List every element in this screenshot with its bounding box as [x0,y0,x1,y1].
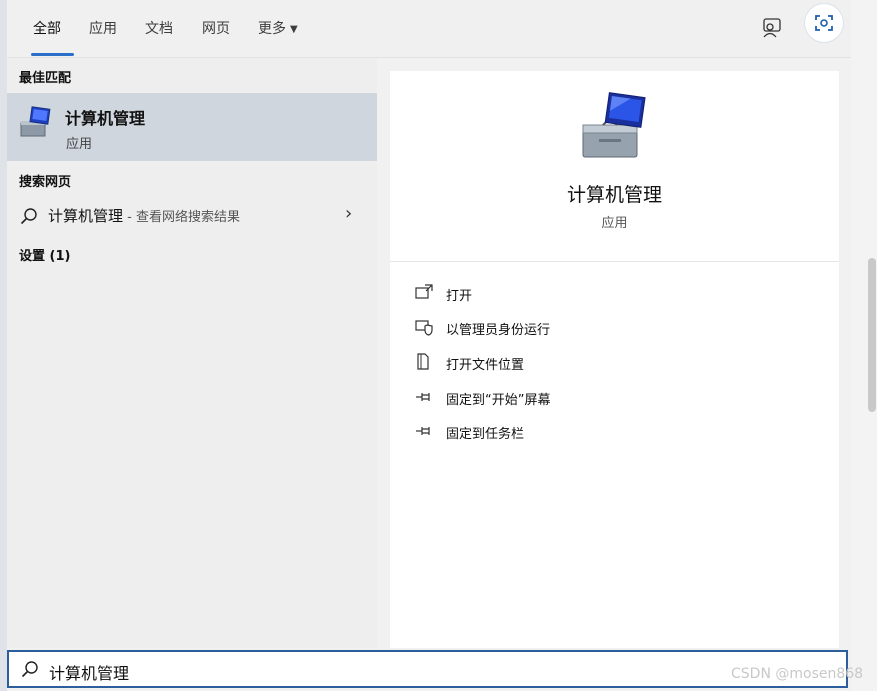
best-match-title: 计算机管理 [65,109,146,128]
results-list: 最佳匹配 计算机管理 应用 搜索网页 计算机管理 - 查看网络搜索结果 › 设置… [7,58,377,648]
search-input[interactable]: 计算机管理 [49,660,129,684]
tab-all[interactable]: 全部 [33,18,61,38]
web-search-suffix: - 查看网络搜索结果 [123,210,240,225]
tab-more[interactable]: 更多 ▼ [258,18,298,38]
web-search-query: 计算机管理 [48,207,124,225]
open-icon [414,283,434,303]
screen-scan-icon[interactable] [805,4,843,42]
active-tab-indicator [31,53,74,56]
search-panel: 全部 应用 文档 网页 更多 ▼ 最佳匹配 计算机管理 应用 搜索网页 计算机管… [7,0,851,691]
search-icon [20,207,38,225]
best-match-heading: 最佳匹配 [19,71,72,86]
web-search-result[interactable]: 计算机管理 - 查看网络搜索结果 › [7,201,377,231]
run-as-admin-shield-icon [414,317,434,337]
file-location-icon [414,352,434,372]
watermark: CSDN @mosen868 [731,666,864,682]
settings-heading[interactable]: 设置 (1) [19,245,70,264]
tab-apps[interactable]: 应用 [89,18,117,38]
feedback-person-icon[interactable] [761,17,783,39]
caret-down-icon: ▼ [290,24,298,35]
action-pin-to-taskbar-label: 固定到任务栏 [446,427,525,442]
detail-pane: 计算机管理 应用 打开 以管理员身份运行 打开文件位置 固定到“开始”屏幕 固定… [390,71,839,648]
computer-management-large-icon [579,91,649,161]
search-icon [21,660,39,678]
computer-management-icon [17,105,53,141]
tab-documents[interactable]: 文档 [145,18,173,38]
detail-title: 计算机管理 [566,184,662,206]
background-window-edge [0,0,7,691]
tab-more-label: 更多 [258,21,286,37]
web-search-heading: 搜索网页 [19,175,72,190]
filter-tab-bar: 全部 应用 文档 网页 更多 ▼ [7,0,851,58]
action-pin-to-start-label: 固定到“开始”屏幕 [446,393,551,408]
tab-web[interactable]: 网页 [202,18,230,38]
detail-divider [390,261,839,262]
chevron-right-icon[interactable]: › [345,203,352,224]
pin-icon [414,421,434,441]
pin-icon [414,387,434,407]
detail-subtitle: 应用 [601,216,628,231]
best-match-item[interactable]: 计算机管理 应用 [7,93,377,161]
best-match-subtitle: 应用 [66,137,93,152]
action-open-label: 打开 [446,289,473,304]
background-scrollbar[interactable] [868,258,876,412]
search-box[interactable]: 计算机管理 [7,650,848,688]
action-open-file-location-label: 打开文件位置 [446,358,525,373]
action-run-as-admin-label: 以管理员身份运行 [446,323,551,338]
